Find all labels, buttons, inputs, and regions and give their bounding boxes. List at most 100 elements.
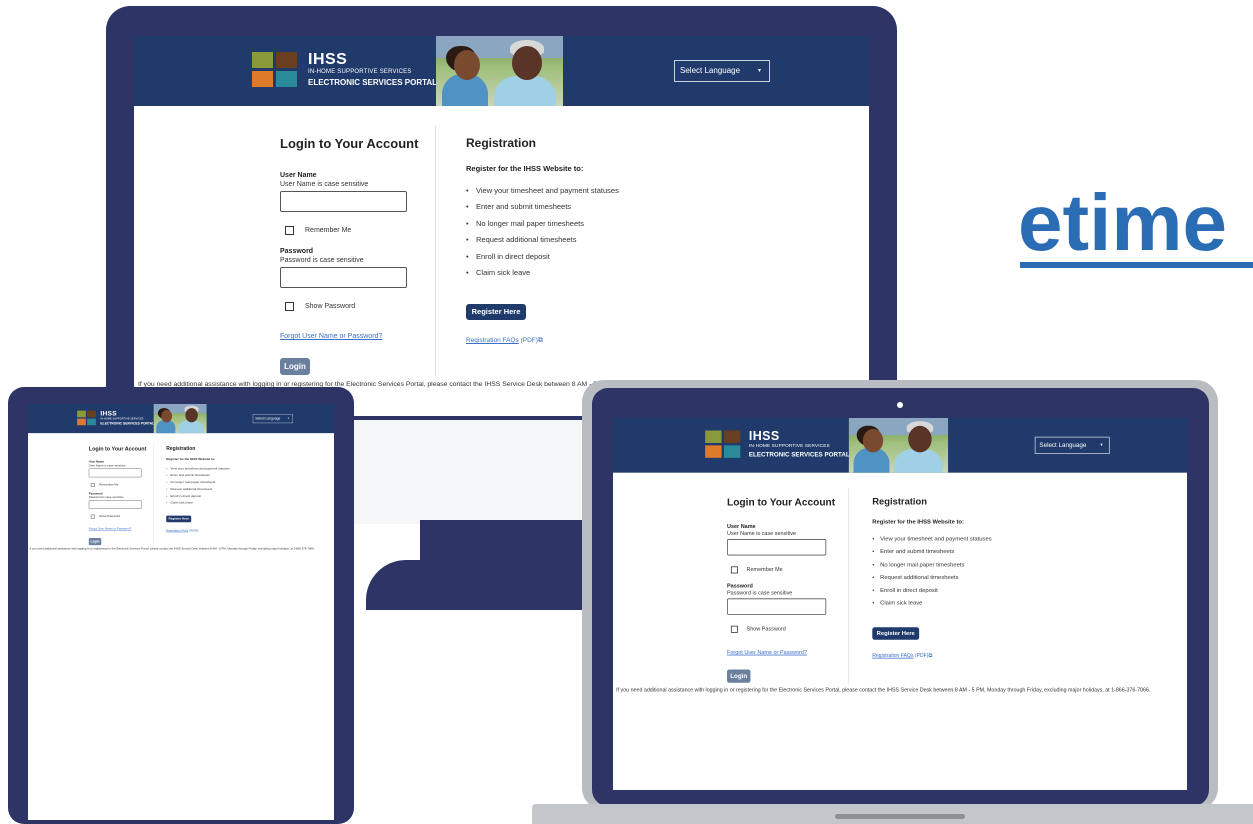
registration-faq-label[interactable]: Registration FAQs (466, 337, 519, 344)
language-select[interactable]: Select Language ▾ (1034, 436, 1110, 454)
registration-subtitle: Register for the IHSS Website to: (166, 457, 216, 462)
username-hint: User Name is case sensitive (88, 464, 126, 468)
checkbox-icon[interactable] (285, 302, 294, 311)
checkbox-icon[interactable] (730, 566, 738, 574)
list-item: • No longer mail paper timesheets (166, 480, 216, 484)
registration-benefits-list: • View your timesheet and payment statuse… (466, 186, 619, 284)
chevron-down-icon: ▾ (1100, 442, 1103, 448)
password-label: Password (88, 492, 103, 496)
login-button[interactable]: Login (727, 669, 751, 683)
checkbox-icon[interactable] (90, 514, 95, 519)
monitor-foot (366, 560, 596, 610)
portal-page-tablet: IHSS IN-HOME SUPPORTIVE SERVICES ELECTRO… (28, 404, 334, 579)
login-button[interactable]: Login (88, 538, 102, 546)
external-link-icon: ⧉ (537, 337, 543, 344)
column-divider (848, 488, 849, 684)
caregiver-photo (436, 36, 563, 106)
login-title: Login to Your Account (727, 496, 836, 508)
list-item: • Enroll in direct deposit (872, 586, 938, 594)
username-input[interactable] (88, 468, 142, 478)
registration-title: Registration (872, 496, 927, 508)
portal-page-laptop: IHSS IN-HOME SUPPORTIVE SERVICES ELECTRO… (613, 418, 1187, 747)
password-input[interactable] (280, 267, 407, 288)
remember-me-label: Remember Me (99, 483, 119, 487)
password-hint: Password is case sensitive (280, 257, 364, 264)
checkbox-icon[interactable] (730, 625, 738, 633)
remember-me-label: Remember Me (305, 227, 352, 234)
registration-subtitle: Register for the IHSS Website to: (466, 164, 584, 173)
registration-title: Registration (166, 445, 196, 452)
username-hint: User Name is case sensitive (727, 531, 796, 537)
registration-benefits-list: • View your timesheet and payment statuse… (166, 466, 230, 507)
logo-text: IHSS IN-HOME SUPPORTIVE SERVICES ELECTRO… (308, 52, 437, 88)
list-item: • View your timesheet and payment statuse… (166, 466, 230, 471)
password-hint: Password is case sensitive (88, 496, 124, 499)
desktop-monitor: IHSS IN-HOME SUPPORTIVE SERVICES ELECTRO… (106, 6, 897, 416)
forgot-credentials-link[interactable]: Forgot User Name or Password? (727, 650, 807, 655)
registration-faq-link[interactable]: Registration FAQs (PDF)⧉ (166, 529, 198, 532)
list-item: • Enter and submit timesheets (872, 547, 955, 555)
caregiver-photo (153, 404, 207, 434)
username-label: User Name (280, 172, 317, 179)
footer-help-note: If you need additional assistance with l… (616, 687, 1151, 693)
list-item: • Claim sick leave (166, 500, 193, 505)
laptop-base-notch (835, 814, 965, 819)
forgot-credentials-link[interactable]: Forgot User Name or Password? (89, 528, 132, 531)
camera-icon (897, 402, 903, 408)
register-button[interactable]: Register Here (466, 304, 526, 320)
show-password-label: Show Password (99, 515, 121, 519)
forgot-credentials-link[interactable]: Forgot User Name or Password? (280, 333, 382, 340)
registration-faq-suffix: (PDF) (188, 529, 197, 533)
language-select-label: Select Language (680, 66, 741, 75)
checkbox-icon[interactable] (285, 226, 294, 235)
register-button[interactable]: Register Here (872, 627, 920, 640)
registration-title: Registration (466, 136, 537, 150)
language-select[interactable]: Select Language ▾ (252, 413, 293, 424)
tablet: IHSS IN-HOME SUPPORTIVE SERVICES ELECTRO… (8, 387, 354, 824)
remember-me-label: Remember Me (746, 567, 783, 573)
registration-faq-link[interactable]: Registration FAQs (PDF)⧉ (872, 653, 932, 659)
username-input[interactable] (727, 539, 827, 556)
column-divider (435, 126, 436, 376)
logo-subtitle: IN-HOME SUPPORTIVE SERVICES (308, 69, 412, 75)
list-item: • Claim sick leave (466, 267, 531, 277)
monitor-screen: IHSS IN-HOME SUPPORTIVE SERVICES ELECTRO… (134, 36, 869, 416)
username-hint: User Name is case sensitive (280, 181, 369, 188)
registration-benefits-list: • View your timesheet and payment statuse… (872, 535, 991, 612)
registration-faq-label[interactable]: Registration FAQs (166, 529, 188, 532)
register-button[interactable]: Register Here (166, 515, 192, 523)
external-link-icon: ⧉ (928, 653, 933, 659)
list-item: • Request additional timesheets (872, 573, 959, 581)
login-button[interactable]: Login (280, 358, 310, 375)
show-password-label: Show Password (305, 303, 356, 310)
registration-faq-label[interactable]: Registration FAQs (872, 653, 913, 658)
password-label: Password (280, 248, 314, 255)
caregiver-photo (848, 418, 949, 473)
logo-text: IHSS IN-HOME SUPPORTIVE SERVICES ELECTRO… (749, 430, 850, 458)
list-item: • View your timesheet and payment statuse… (872, 535, 992, 543)
logo-subtitle: IN-HOME SUPPORTIVE SERVICES (748, 443, 830, 449)
portal-page-desktop: IHSS IN-HOME SUPPORTIVE SERVICES ELECTRO… (134, 36, 869, 416)
portal-header: IHSS IN-HOME SUPPORTIVE SERVICES ELECTRO… (613, 418, 1187, 473)
list-item: • No longer mail paper timesheets (466, 218, 584, 228)
external-link-icon: ⧉ (196, 529, 199, 533)
list-item: • Claim sick leave (872, 599, 923, 607)
list-item: • Enroll in direct deposit (466, 251, 550, 261)
chevron-down-icon: ▾ (757, 68, 761, 74)
list-item: • Request additional timesheets (466, 235, 577, 245)
registration-faq-link[interactable]: Registration FAQs (PDF)⧉ (466, 337, 543, 345)
ihss-logo-icon (77, 410, 96, 426)
tablet-screen: IHSS IN-HOME SUPPORTIVE SERVICES ELECTRO… (28, 404, 334, 820)
login-title: Login to Your Account (88, 445, 147, 452)
language-select[interactable]: Select Language ▾ (674, 60, 770, 82)
list-item: • View your timesheet and payment statuse… (466, 186, 619, 195)
list-item: • Enter and submit timesheets (166, 473, 210, 478)
checkbox-icon[interactable] (90, 483, 95, 487)
registration-faq-suffix: (PDF) (520, 337, 538, 344)
password-input[interactable] (88, 500, 142, 509)
username-input[interactable] (280, 191, 407, 212)
portal-header: IHSS IN-HOME SUPPORTIVE SERVICES ELECTRO… (28, 404, 334, 434)
ihss-logo-icon (252, 52, 298, 88)
login-title: Login to Your Account (280, 136, 419, 151)
password-input[interactable] (727, 598, 827, 615)
